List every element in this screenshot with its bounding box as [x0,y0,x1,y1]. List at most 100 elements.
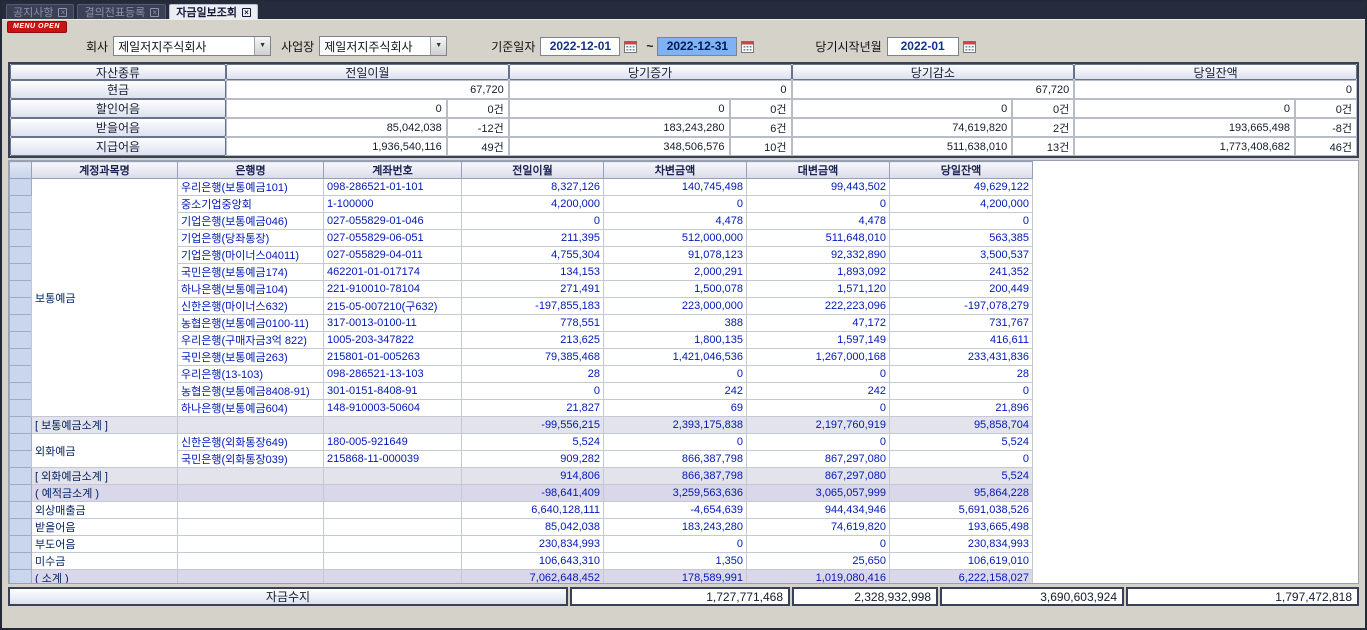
detail-cell-debit[interactable]: 1,800,135 [604,332,747,349]
detail-cell-account-no[interactable] [324,519,462,536]
row-indicator[interactable] [10,383,32,400]
detail-cell-today-balance[interactable]: 5,691,038,526 [890,502,1033,519]
detail-cell-account-name[interactable]: 미수금 [32,553,178,570]
detail-cell-debit[interactable]: 69 [604,400,747,417]
detail-cell-prev-balance[interactable]: 21,827 [462,400,604,417]
detail-cell-prev-balance[interactable]: 914,806 [462,468,604,485]
detail-row[interactable]: 외화예금신한은행(외화통장649)180-005-9216495,524005,… [10,434,1033,451]
detail-cell-prev-balance[interactable]: 4,755,304 [462,247,604,264]
row-indicator[interactable] [10,400,32,417]
detail-cell-bank[interactable]: 기업은행(당좌통장) [178,230,324,247]
detail-cell-credit[interactable]: 2,197,760,919 [747,417,890,434]
detail-cell-bank[interactable] [178,553,324,570]
detail-cell-prev-balance[interactable]: 6,640,128,111 [462,502,604,519]
row-indicator[interactable] [10,247,32,264]
detail-cell-account-no[interactable]: 317-0013-0100-11 [324,315,462,332]
detail-cell-today-balance[interactable]: 95,864,228 [890,485,1033,502]
detail-cell-prev-balance[interactable]: 271,491 [462,281,604,298]
detail-cell-today-balance[interactable]: 233,431,836 [890,349,1033,366]
detail-cell-debit[interactable]: 0 [604,434,747,451]
detail-cell-debit[interactable]: 512,000,000 [604,230,747,247]
row-indicator[interactable] [10,213,32,230]
detail-cell-credit[interactable]: 0 [747,434,890,451]
detail-cell-account-no[interactable]: 462201-01-017174 [324,264,462,281]
detail-cell-account-no[interactable] [324,570,462,585]
detail-cell-prev-balance[interactable]: 106,643,310 [462,553,604,570]
detail-cell-today-balance[interactable]: 731,767 [890,315,1033,332]
detail-cell-bank[interactable]: 중소기업중앙회 [178,196,324,213]
detail-cell-bank[interactable]: 국민은행(보통예금174) [178,264,324,281]
calendar-icon[interactable] [622,38,639,55]
detail-cell-account-name[interactable]: 외상매출금 [32,502,178,519]
detail-cell-account-no[interactable]: 180-005-921649 [324,434,462,451]
detail-cell-debit[interactable]: 866,387,798 [604,468,747,485]
detail-cell-account-name[interactable]: ( 소계 ) [32,570,178,585]
date-from-input[interactable] [540,37,620,56]
detail-cell-debit[interactable]: 866,387,798 [604,451,747,468]
detail-row[interactable]: 외상매출금6,640,128,111-4,654,639944,434,9465… [10,502,1033,519]
detail-cell-debit[interactable]: 242 [604,383,747,400]
detail-cell-bank[interactable] [178,468,324,485]
detail-row[interactable]: [ 보통예금소계 ]-99,556,2152,393,175,8382,197,… [10,417,1033,434]
detail-cell-credit[interactable]: 3,065,057,999 [747,485,890,502]
tab-fund-daily-report[interactable]: 자금일보조회 × [169,4,258,19]
detail-cell-bank[interactable] [178,519,324,536]
detail-cell-today-balance[interactable]: 95,858,704 [890,417,1033,434]
detail-cell-debit[interactable]: 2,000,291 [604,264,747,281]
detail-cell-bank[interactable]: 농협은행(보통예금0100-11) [178,315,324,332]
detail-cell-today-balance[interactable]: 0 [890,383,1033,400]
detail-cell-debit[interactable]: 223,000,000 [604,298,747,315]
calendar-icon[interactable] [961,38,978,55]
detail-cell-bank[interactable]: 기업은행(보통예금046) [178,213,324,230]
detail-cell-account-no[interactable] [324,536,462,553]
detail-cell-prev-balance[interactable]: 28 [462,366,604,383]
detail-cell-credit[interactable]: 1,893,092 [747,264,890,281]
detail-row[interactable]: 받을어음85,042,038183,243,28074,619,820193,6… [10,519,1033,536]
detail-cell-credit[interactable]: 99,443,502 [747,179,890,196]
detail-cell-prev-balance[interactable]: 0 [462,213,604,230]
detail-cell-credit[interactable]: 0 [747,196,890,213]
start-month-input[interactable] [887,37,959,56]
detail-cell-today-balance[interactable]: 241,352 [890,264,1033,281]
detail-cell-credit[interactable]: 1,571,120 [747,281,890,298]
tab-close-icon[interactable]: × [58,8,67,17]
tab-voucher-entry[interactable]: 결의전표등록 × [77,4,166,19]
detail-cell-credit[interactable]: 944,434,946 [747,502,890,519]
detail-cell-account-no[interactable]: 301-0151-8408-91 [324,383,462,400]
row-indicator[interactable] [10,366,32,383]
date-to-input[interactable] [657,37,737,56]
detail-cell-bank[interactable] [178,417,324,434]
detail-cell-today-balance[interactable]: 563,385 [890,230,1033,247]
detail-cell-account-no[interactable] [324,417,462,434]
detail-cell-prev-balance[interactable]: 778,551 [462,315,604,332]
detail-cell-account-no[interactable]: 215868-11-000039 [324,451,462,468]
detail-cell-today-balance[interactable]: 230,834,993 [890,536,1033,553]
detail-cell-account-name[interactable]: [ 외화예금소계 ] [32,468,178,485]
row-indicator[interactable] [10,349,32,366]
row-indicator[interactable] [10,264,32,281]
detail-cell-bank[interactable] [178,485,324,502]
row-indicator[interactable] [10,485,32,502]
detail-cell-today-balance[interactable]: 200,449 [890,281,1033,298]
detail-cell-debit[interactable]: 1,350 [604,553,747,570]
detail-cell-account-no[interactable]: 098-286521-13-103 [324,366,462,383]
detail-cell-today-balance[interactable]: 416,611 [890,332,1033,349]
row-indicator[interactable] [10,434,32,451]
detail-cell-account-no[interactable] [324,468,462,485]
detail-cell-debit[interactable]: 178,589,991 [604,570,747,585]
detail-cell-account-no[interactable]: 098-286521-01-101 [324,179,462,196]
row-indicator[interactable] [10,315,32,332]
tab-notice[interactable]: 공지사항 × [6,4,74,19]
detail-cell-account-no[interactable]: 215801-01-005263 [324,349,462,366]
detail-cell-today-balance[interactable]: 4,200,000 [890,196,1033,213]
detail-cell-account-no[interactable] [324,502,462,519]
detail-cell-debit[interactable]: 2,393,175,838 [604,417,747,434]
detail-cell-credit[interactable]: 511,648,010 [747,230,890,247]
tab-close-icon[interactable]: × [150,8,159,17]
detail-cell-bank[interactable]: 농협은행(보통예금8408-91) [178,383,324,400]
detail-cell-credit[interactable]: 867,297,080 [747,468,890,485]
row-indicator[interactable] [10,417,32,434]
detail-cell-credit[interactable]: 222,223,096 [747,298,890,315]
detail-cell-today-balance[interactable]: 193,665,498 [890,519,1033,536]
detail-cell-bank[interactable]: 하나은행(보통예금604) [178,400,324,417]
